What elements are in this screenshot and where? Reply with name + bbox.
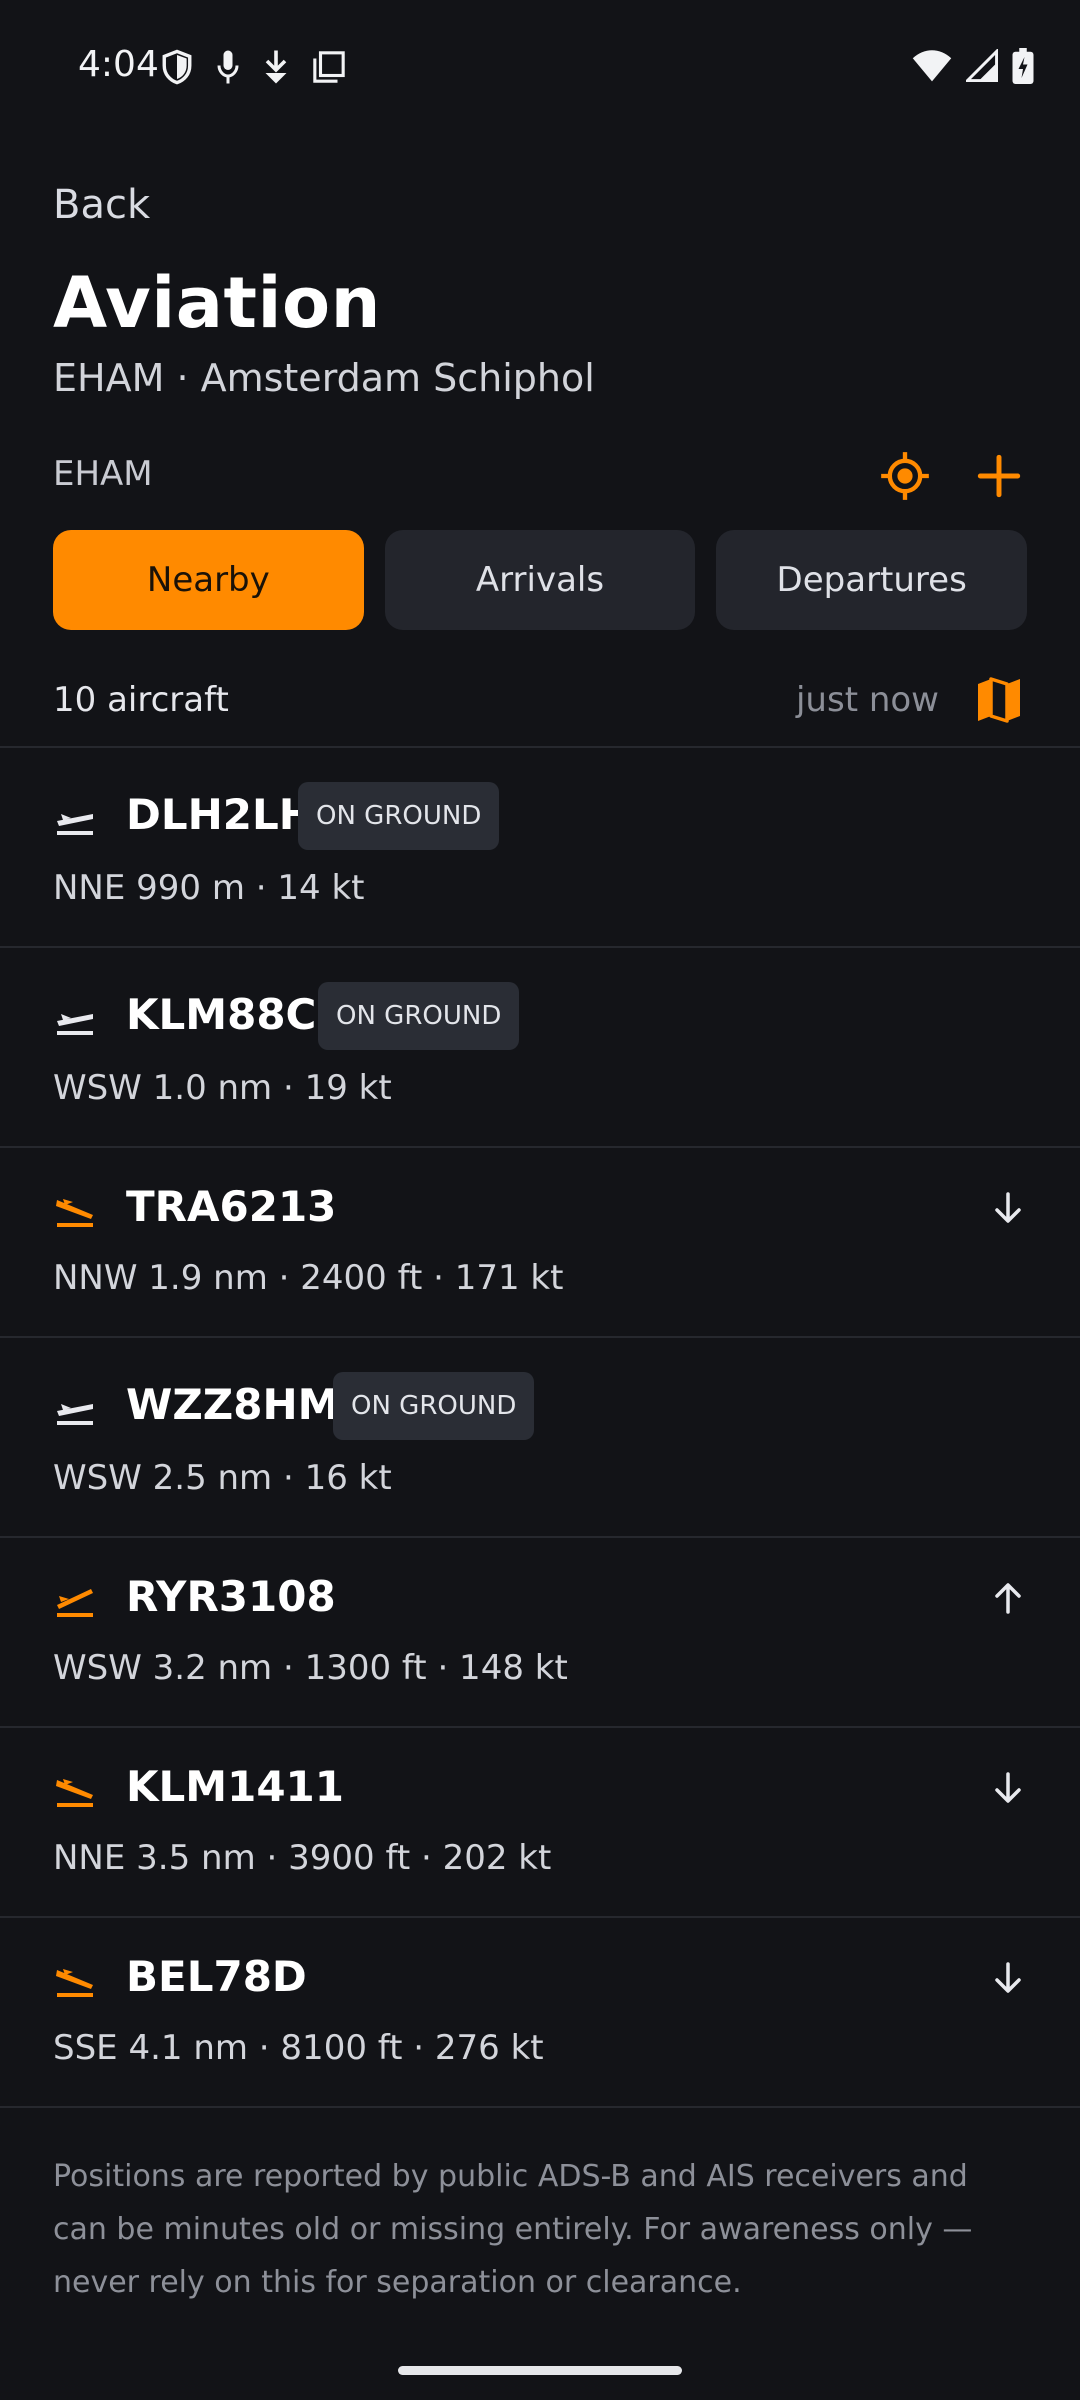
callsign: DLH2LH bbox=[126, 790, 314, 839]
add-button[interactable] bbox=[971, 448, 1027, 504]
callsign: BEL78D bbox=[126, 1952, 307, 2001]
station-row: EHAM bbox=[53, 448, 1027, 504]
map-button[interactable] bbox=[971, 672, 1027, 728]
status-time: 4:04 bbox=[78, 44, 159, 85]
status-right-icons bbox=[912, 48, 1034, 84]
callsign: WZZ8HM bbox=[126, 1380, 340, 1429]
aircraft-row[interactable]: DLH2LH ON GROUND NNE 990 m · 14 kt bbox=[0, 748, 1080, 948]
screen-icon bbox=[312, 50, 346, 84]
back-button[interactable]: Back bbox=[53, 182, 150, 228]
cellular-icon bbox=[966, 49, 998, 83]
tab-departures[interactable]: Departures bbox=[716, 530, 1028, 630]
locate-button[interactable] bbox=[877, 448, 933, 504]
status-badge: ON GROUND bbox=[318, 982, 520, 1050]
aircraft-details: NNE 990 m · 14 kt bbox=[53, 868, 365, 908]
status-badge: ON GROUND bbox=[333, 1372, 535, 1440]
aircraft-row[interactable]: BEL78D SSE 4.1 nm · 8100 ft · 276 kt bbox=[0, 1918, 1080, 2108]
aircraft-details: SSE 4.1 nm · 8100 ft · 276 kt bbox=[53, 2028, 544, 2068]
page-subtitle: EHAM · Amsterdam Schiphol bbox=[53, 356, 595, 400]
callsign: TRA6213 bbox=[126, 1182, 337, 1231]
microphone-icon bbox=[216, 49, 240, 85]
last-updated: just now bbox=[795, 680, 939, 720]
descending-arrow-icon bbox=[988, 1958, 1028, 1998]
battery-icon bbox=[1012, 48, 1034, 84]
descending-arrow-icon bbox=[988, 1768, 1028, 1808]
home-indicator[interactable] bbox=[398, 2366, 682, 2375]
tab-nearby[interactable]: Nearby bbox=[53, 530, 364, 630]
tab-bar: Nearby Arrivals Departures bbox=[53, 530, 1028, 630]
locate-icon bbox=[881, 452, 929, 500]
callsign: KLM88C bbox=[126, 990, 317, 1039]
shield-icon bbox=[160, 48, 194, 86]
aircraft-row[interactable]: TRA6213 NNW 1.9 nm · 2400 ft · 171 kt bbox=[0, 1148, 1080, 1338]
aircraft-details: WSW 1.0 nm · 19 kt bbox=[53, 1068, 392, 1108]
aircraft-details: NNE 3.5 nm · 3900 ft · 202 kt bbox=[53, 1838, 552, 1878]
ground-plane-icon bbox=[53, 998, 97, 1038]
wifi-icon bbox=[912, 49, 952, 83]
aircraft-count: 10 aircraft bbox=[53, 680, 229, 720]
status-badge: ON GROUND bbox=[298, 782, 500, 850]
aircraft-details: WSW 3.2 nm · 1300 ft · 148 kt bbox=[53, 1648, 568, 1688]
disclaimer-text: Positions are reported by public ADS-B a… bbox=[53, 2159, 973, 2300]
landing-plane-icon bbox=[53, 1960, 97, 2000]
tab-arrivals[interactable]: Arrivals bbox=[384, 530, 696, 630]
aircraft-row[interactable]: KLM88C ON GROUND WSW 1.0 nm · 19 kt bbox=[0, 948, 1080, 1148]
aircraft-list: DLH2LH ON GROUND NNE 990 m · 14 kt KLM88… bbox=[0, 746, 1080, 2108]
ground-plane-icon bbox=[53, 798, 97, 838]
descending-arrow-icon bbox=[988, 1188, 1028, 1228]
aircraft-details: NNW 1.9 nm · 2400 ft · 171 kt bbox=[53, 1258, 564, 1298]
landing-plane-icon bbox=[53, 1770, 97, 1810]
takeoff-plane-icon bbox=[53, 1580, 97, 1620]
status-left-icons bbox=[160, 48, 346, 86]
page-title: Aviation bbox=[53, 262, 381, 344]
aircraft-row[interactable]: WZZ8HM ON GROUND WSW 2.5 nm · 16 kt bbox=[0, 1338, 1080, 1538]
download-icon bbox=[262, 49, 290, 85]
callsign: RYR3108 bbox=[126, 1572, 336, 1621]
aircraft-row[interactable]: RYR3108 WSW 3.2 nm · 1300 ft · 148 kt bbox=[0, 1538, 1080, 1728]
aircraft-details: WSW 2.5 nm · 16 kt bbox=[53, 1458, 392, 1498]
map-icon bbox=[978, 677, 1020, 723]
landing-plane-icon bbox=[53, 1190, 97, 1230]
callsign: KLM1411 bbox=[126, 1762, 344, 1811]
summary-row: 10 aircraft just now bbox=[53, 672, 1027, 732]
add-icon bbox=[977, 454, 1021, 498]
ground-plane-icon bbox=[53, 1388, 97, 1428]
status-bar: 4:04 bbox=[0, 0, 1080, 136]
climbing-arrow-icon bbox=[988, 1578, 1028, 1618]
aircraft-row[interactable]: KLM1411 NNE 3.5 nm · 3900 ft · 202 kt bbox=[0, 1728, 1080, 1918]
station-code: EHAM bbox=[53, 454, 153, 494]
